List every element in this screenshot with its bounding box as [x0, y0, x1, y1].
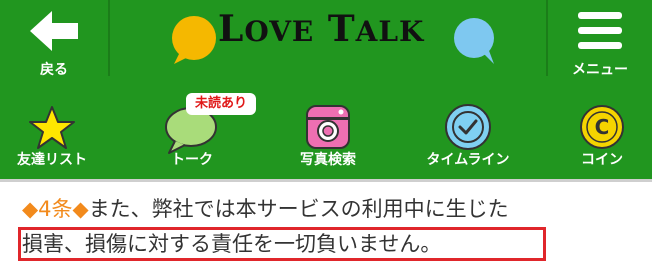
tab-bar: 友達リスト トーク 写真検索 タイムライン C コイン	[0, 93, 652, 179]
coin-icon: C	[580, 105, 624, 149]
diamond-right: ◆	[72, 197, 89, 221]
tab-label: 写真検索	[300, 152, 356, 168]
tab-label: コイン	[581, 152, 623, 168]
star-icon	[29, 106, 75, 149]
terms-line-1-text: また、弊社では本サービスの利用中に生じた	[88, 197, 509, 221]
diamond-left: ◆	[22, 197, 39, 221]
content-separator	[0, 179, 652, 182]
back-label: 戻る	[40, 62, 68, 78]
tab-photo-search[interactable]: 写真検索	[276, 93, 380, 179]
header-bar: 戻る LOVE TALK メニュー	[0, 0, 652, 93]
blue-bubble-icon	[454, 18, 494, 64]
tab-coin[interactable]: C コイン	[552, 93, 652, 179]
menu-label: メニュー	[572, 62, 628, 78]
tab-label: トーク	[171, 152, 213, 168]
menu-button[interactable]: メニュー	[548, 0, 652, 93]
hamburger-menu-icon	[578, 12, 622, 49]
camera-icon	[306, 105, 350, 149]
article-number: 4条	[38, 197, 73, 221]
tab-label: タイムライン	[426, 152, 510, 168]
highlight-box	[18, 227, 546, 261]
header-divider-left	[108, 0, 110, 76]
unread-badge: 未読あり	[186, 93, 256, 115]
terms-line-1: ◆4条◆また、弊社では本サービスの利用中に生じた	[22, 192, 642, 226]
logo-text: LOVE TALK	[218, 8, 425, 50]
app-logo: LOVE TALK	[150, 0, 500, 93]
yellow-bubble-icon	[172, 16, 216, 64]
back-button[interactable]: 戻る	[0, 0, 108, 93]
tab-friends-list[interactable]: 友達リスト	[0, 93, 104, 179]
tab-label: 友達リスト	[17, 152, 87, 168]
terms-text: ◆4条◆また、弊社では本サービスの利用中に生じた	[22, 192, 642, 226]
svg-text:C: C	[595, 115, 610, 139]
tab-timeline[interactable]: タイムライン	[412, 93, 524, 179]
back-arrow-icon	[30, 11, 78, 51]
clock-icon	[445, 104, 491, 150]
